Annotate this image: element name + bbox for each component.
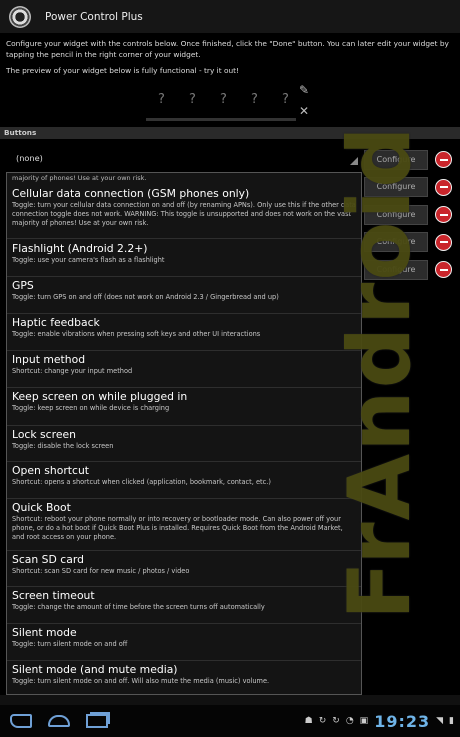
- watermark: FrAndroid: [330, 124, 430, 620]
- download-icon: ▣: [359, 716, 369, 726]
- close-icon[interactable]: ✕: [299, 104, 309, 118]
- wifi-icon: ◥: [436, 716, 444, 726]
- preview-underline: [146, 118, 296, 121]
- item-description: Toggle: keep screen on while device is c…: [12, 404, 170, 412]
- app-title: Power Control Plus: [45, 10, 143, 23]
- item-title: GPS: [12, 279, 34, 292]
- pencil-icon[interactable]: ✎: [299, 83, 309, 97]
- item-description: Toggle: turn silent mode on and off. Wil…: [12, 677, 270, 685]
- item-description: Shortcut: opens a shortcut when clicked …: [12, 478, 271, 486]
- intro-text: Configure your widget with the controls …: [6, 39, 449, 59]
- item-description: Shortcut: change your input method: [12, 367, 133, 375]
- item-description: Toggle: change the amount of time before…: [12, 603, 265, 611]
- preview-button[interactable]: ?: [239, 86, 270, 114]
- item-title: Flashlight (Android 2.2+): [12, 242, 148, 255]
- back-icon[interactable]: [10, 714, 32, 728]
- list-item-open-shortcut[interactable]: Open shortcut Shortcut: opens a shortcut…: [7, 462, 361, 499]
- preview-hint: The preview of your widget below is full…: [6, 66, 240, 75]
- preview-button[interactable]: ?: [270, 86, 301, 114]
- preview-button[interactable]: ?: [146, 86, 177, 114]
- content-bottom: [0, 695, 460, 705]
- preview-button[interactable]: ?: [177, 86, 208, 114]
- remove-icon[interactable]: [435, 178, 452, 196]
- list-item-snippet: majority of phones! Use at your own risk…: [12, 174, 147, 182]
- android-icon: ☗: [304, 716, 313, 726]
- list-item-silent-mode-mute-media[interactable]: Silent mode (and mute media) Toggle: tur…: [7, 661, 361, 694]
- list-item-keep-screen-on[interactable]: Keep screen on while plugged in Toggle: …: [7, 388, 361, 426]
- item-title: Quick Boot: [12, 501, 71, 514]
- title-bar: Power Control Plus: [0, 0, 460, 33]
- item-description: Toggle: turn GPS on and off (does not wo…: [12, 293, 279, 301]
- sync-icon: ↻: [318, 716, 327, 726]
- button-slot-value[interactable]: (none): [16, 153, 43, 163]
- list-item-screen-timeout[interactable]: Screen timeout Toggle: change the amount…: [7, 587, 361, 624]
- home-icon[interactable]: [48, 715, 70, 727]
- remove-icon[interactable]: [435, 233, 452, 251]
- list-item-lock-screen[interactable]: Lock screen Toggle: disable the lock scr…: [7, 426, 361, 462]
- list-item-quick-boot[interactable]: Quick Boot Shortcut: reboot your phone n…: [7, 499, 361, 551]
- list-item-silent-mode[interactable]: Silent mode Toggle: turn silent mode on …: [7, 624, 361, 661]
- item-title: Haptic feedback: [12, 316, 100, 329]
- widget-preview: ? ? ? ? ?: [146, 86, 301, 114]
- recent-apps-icon[interactable]: [86, 714, 108, 728]
- remove-icon[interactable]: [435, 261, 452, 279]
- item-title: Cellular data connection (GSM phones onl…: [12, 187, 250, 200]
- item-description: Toggle: enable vibrations when pressing …: [12, 330, 261, 338]
- item-title: Silent mode: [12, 626, 77, 639]
- battery-icon: ▮: [449, 716, 454, 726]
- system-bar: ☗ ↻ ↻ ◔ ▣ 19:23 ◥ ▮: [0, 705, 460, 737]
- list-item-scan-sd-card[interactable]: Scan SD card Shortcut: scan SD card for …: [7, 551, 361, 587]
- item-description: Toggle: turn silent mode on and off: [12, 640, 128, 648]
- item-title: Open shortcut: [12, 464, 90, 477]
- item-description: Toggle: use your camera's flash as a fla…: [12, 256, 165, 264]
- status-area[interactable]: ☗ ↻ ↻ ◔ ▣ 19:23 ◥ ▮: [305, 705, 454, 737]
- toggle-picker-dropdown[interactable]: majority of phones! Use at your own risk…: [6, 172, 362, 695]
- remove-icon[interactable]: [435, 151, 452, 169]
- item-description: Shortcut: reboot your phone normally or …: [12, 515, 343, 541]
- clock: 19:23: [374, 711, 431, 731]
- item-title: Keep screen on while plugged in: [12, 390, 188, 403]
- item-title: Silent mode (and mute media): [12, 663, 178, 676]
- item-description: Toggle: turn your cellular data connecti…: [12, 201, 356, 227]
- item-description: Toggle: disable the lock screen: [12, 442, 114, 450]
- list-item-flashlight[interactable]: Flashlight (Android 2.2+) Toggle: use yo…: [7, 239, 361, 277]
- list-item-haptic-feedback[interactable]: Haptic feedback Toggle: enable vibration…: [7, 314, 361, 351]
- app-logo-icon: [9, 5, 31, 28]
- item-title: Input method: [12, 353, 86, 366]
- item-title: Scan SD card: [12, 553, 84, 566]
- sync-icon: ↻: [332, 716, 340, 726]
- remove-icon[interactable]: [435, 206, 452, 224]
- item-title: Lock screen: [12, 428, 76, 441]
- item-description: Shortcut: scan SD card for new music / p…: [12, 567, 190, 575]
- list-item-cellular-data[interactable]: Cellular data connection (GSM phones onl…: [7, 187, 361, 239]
- preview-button[interactable]: ?: [208, 86, 239, 114]
- item-title: Screen timeout: [12, 589, 95, 602]
- clock-icon: ◔: [345, 716, 354, 726]
- list-item-input-method[interactable]: Input method Shortcut: change your input…: [7, 351, 361, 388]
- list-item-gps[interactable]: GPS Toggle: turn GPS on and off (does no…: [7, 277, 361, 314]
